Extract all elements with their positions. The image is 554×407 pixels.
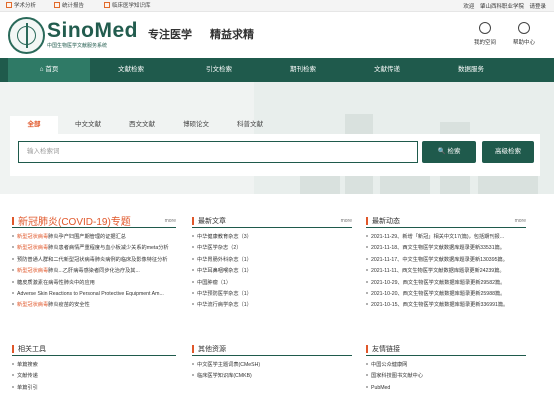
chart-icon [6,2,12,8]
search-button[interactable]: 🔍 检索 [422,141,476,163]
login-link[interactable]: 请登录 [529,4,546,10]
nav-literature-search[interactable]: 文献检索 [90,58,172,82]
help-center-button[interactable]: 帮助中心 [507,22,541,46]
search-panel: 输入检索词 🔍 检索 高级检索 [10,134,540,176]
topbar-link-academic[interactable]: 学术分析 [6,2,36,10]
other-resources-section: 其他资源 中文医学主题词表(CMeSH) 临床医学知识库(CMKB) [192,342,352,404]
welcome-text: 欢迎 [463,4,475,10]
brand-subtitle: 中国生物医学文献服务系统 [47,43,108,49]
latest-journals-section: 最新文章 more 中华健康教育杂志（3） 中华医学杂志（2） 中华胃肠外科杂志… [192,214,352,326]
covid-topic-section: 新冠肺炎(COVID-19)专题 more 新型冠状病毒肺炎孕产妇围产期管理的证… [12,214,176,326]
my-space-button[interactable]: 我的空间 [468,22,502,46]
list-item[interactable]: 新型冠状病毒肺炎患者病情严重程度与血小板减少关系的meta分析 [12,243,176,254]
search-icon: 🔍 [437,148,448,155]
nav-data-service[interactable]: 数据服务 [430,58,512,82]
latest-journals-more-link[interactable]: more [341,218,352,224]
list-item[interactable]: 2021-11-18、西文生物医学文献数据库题录更新33531篇。 [366,243,526,254]
slogan-precision: 精益求精 [210,29,254,41]
tab-western[interactable]: 西文文献 [116,116,168,134]
covid-topic-title[interactable]: 新冠肺炎(COVID-19)专题 [18,213,131,228]
list-item[interactable]: 新型冠状病毒肺炎...乙肝病毒感染者同步化治疗及其... [12,266,176,277]
latest-journals-title: 最新文章 [198,218,226,225]
covid-more-link[interactable]: more [165,218,176,224]
tools-title: 相关工具 [18,346,46,353]
advanced-search-button[interactable]: 高级检索 [482,141,534,163]
list-item[interactable]: 新型冠状病毒肺炎孕产妇围产期管理的证据汇总 [12,232,176,243]
report-icon [54,2,60,8]
search-input[interactable]: 输入检索词 [18,141,418,163]
list-item[interactable]: 单篇搜索 [12,360,176,371]
brand-name[interactable]: SinoMed [47,19,138,43]
list-item[interactable]: 中国肿瘤（1） [192,278,352,289]
user-status: 欢迎 肇山西科职业学院 请登录 [459,2,546,10]
list-item[interactable]: 中华流行病学杂志（1） [192,300,352,311]
topbar-link-stats[interactable]: 统计报告 [54,2,84,10]
nav-journal-search[interactable]: 期刊检索 [262,58,344,82]
book-icon [104,2,110,8]
tab-chinese[interactable]: 中文文献 [62,116,114,134]
latest-news-section: 最新动态 more 2021-11-29、新增「新冠」相关中文17(篇)，包括期… [366,214,526,326]
list-item[interactable]: 糖皮质激素在病毒性肺炎中的应用 [12,278,176,289]
main-nav: ⌂ 首页 文献检索 引文检索 期刊检索 文献传递 数据服务 [0,58,554,82]
list-item[interactable]: 中华健康教育杂志（3） [192,232,352,243]
list-item[interactable]: 新型冠状病毒肺炎疫苗的安全性 [12,300,176,311]
org-name: 肇山西科职业学院 [479,4,524,10]
tab-all[interactable]: 全部 [10,116,58,134]
nav-document-delivery[interactable]: 文献传递 [346,58,428,82]
user-icon [479,22,491,34]
list-item[interactable]: 中国公众健康网 [366,360,526,371]
list-item[interactable]: 单篇引引 [12,383,176,394]
list-item[interactable]: 中华耳鼻咽喉杂志（1） [192,266,352,277]
tools-section: 相关工具 单篇搜索 文献传递 单篇引引 [12,342,176,404]
site-header: SinoMed 中国生物医学文献服务系统 专注医学 精益求精 我的空间 帮助中心 [0,12,554,58]
list-item[interactable]: 中文医学主题词表(CMeSH) [192,360,352,371]
list-item[interactable]: 2021-11-17、中文生物医学文献数据库题录更新130395篇。 [366,255,526,266]
other-resources-title: 其他资源 [198,346,226,353]
list-item[interactable]: 中华胃肠外科杂志（1） [192,255,352,266]
list-item[interactable]: 2021-10-29、西文生物医学文献数据库题录更新29582篇。 [366,278,526,289]
list-item[interactable]: 文献传递 [12,371,176,382]
list-item[interactable]: 中华医学杂志（2） [192,243,352,254]
latest-news-title: 最新动态 [372,218,400,225]
list-item[interactable]: 中华预防医学杂志（1） [192,289,352,300]
top-bar: 学术分析 统计报告 临床医学知识库 欢迎 肇山西科职业学院 请登录 [0,0,554,12]
search-tabs: 全部 中文文献 西文文献 博硕论文 科普文献 [10,116,540,134]
tab-thesis[interactable]: 博硕论文 [170,116,222,134]
nav-citation-search[interactable]: 引文检索 [178,58,260,82]
topbar-link-clinical[interactable]: 临床医学知识库 [104,2,151,10]
list-item[interactable]: 国家科技图书文献中心 [366,371,526,382]
covid-list: 新型冠状病毒肺炎孕产妇围产期管理的证据汇总 新型冠状病毒肺炎患者病情严重程度与血… [12,232,176,312]
list-item[interactable]: Adverse Skin Reactions to Personal Prote… [12,289,176,300]
list-item[interactable]: 2021-11-29、新增「新冠」相关中文17(篇)，包括期刊报... [366,232,526,243]
nav-home[interactable]: ⌂ 首页 [8,58,90,82]
list-item[interactable]: 2021-11-11、西文生物医学文献数据库题录更新24239篇。 [366,266,526,277]
latest-news-more-link[interactable]: more [515,218,526,224]
friend-links-title: 友情链接 [372,346,400,353]
slogan-focus: 专注医学 [148,29,192,41]
list-item[interactable]: PubMed [366,383,526,394]
list-item[interactable]: 2021-10-15、西文生物医学文献数据库题录更新336991篇。 [366,300,526,311]
friend-links-section: 友情链接 中国公众健康网 国家科技图书文献中心 PubMed [366,342,526,404]
help-icon [518,22,530,34]
sinomed-logo-icon[interactable] [8,17,45,54]
list-item[interactable]: 预防普通人群和二代新型冠状病毒肺炎病例的临床及影像特征分析 [12,255,176,266]
tab-popular-science[interactable]: 科普文献 [224,116,276,134]
list-item[interactable]: 临床医学知识库(CMKB) [192,371,352,382]
list-item[interactable]: 2021-10-20、西文生物医学文献数据库题录更新25988篇。 [366,289,526,300]
